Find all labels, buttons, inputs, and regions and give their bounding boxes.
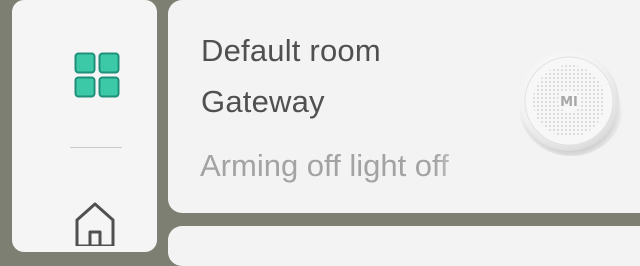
next-device-card[interactable] <box>168 226 640 266</box>
room-label: Default room <box>201 33 381 68</box>
grid-icon[interactable] <box>74 52 120 98</box>
sidebar-divider <box>70 147 122 148</box>
home-icon[interactable] <box>74 200 116 248</box>
device-status: Arming off light off <box>200 148 449 183</box>
device-logo: MI <box>560 95 578 110</box>
gateway-device-image: MI <box>516 48 624 156</box>
sidebar <box>12 0 157 252</box>
device-name: Gateway <box>201 84 325 119</box>
